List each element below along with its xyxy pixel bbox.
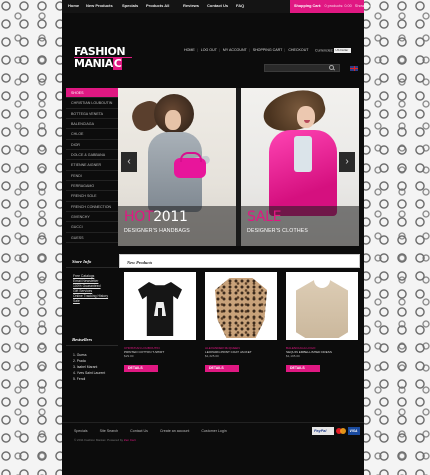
pink-handbag-image [174, 152, 206, 178]
bestsellers-box: Bestsellers 1. Guess 2. Prada 3. Isabel … [66, 332, 118, 382]
footer-link[interactable]: Site Search [100, 429, 119, 433]
search-icon[interactable] [326, 65, 338, 71]
footer-link[interactable]: Contact Us [130, 429, 148, 433]
category-item[interactable]: SHOES [66, 88, 118, 99]
show-cart-link[interactable]: Show Cart [355, 4, 373, 8]
top-nav: Home New Products Specials Products All … [62, 0, 373, 13]
cart-status: 0 products: 0.00 [324, 4, 352, 8]
category-item[interactable]: CHRISTIAN LOUBOUTIN [66, 98, 118, 109]
category-item[interactable]: FENDI [66, 171, 118, 182]
details-button[interactable]: DETAILS [205, 364, 239, 372]
site-container: Home New Products Specials Products All … [62, 0, 373, 475]
header-link-account[interactable]: MY ACCOUNT [223, 48, 247, 52]
nav-products-all[interactable]: Products All [146, 3, 169, 8]
category-item[interactable]: FRENCH SOLE [66, 191, 118, 202]
logo-accent: C [112, 57, 123, 70]
product-price: $1,325.00 [205, 354, 219, 358]
bestsellers-title: Bestsellers [66, 332, 118, 346]
header-link-home[interactable]: HOME [184, 48, 195, 52]
logo-line-2: MANIAC [74, 57, 123, 70]
footer-link[interactable]: Create an account [160, 429, 189, 433]
footer-links: Specials Site Search Contact Us Create a… [74, 429, 238, 433]
new-products-heading: New Products [119, 254, 360, 268]
product-image[interactable] [124, 272, 196, 340]
model-face [297, 106, 315, 128]
category-item[interactable]: GUCCI [66, 222, 118, 233]
product-card: ALEXANDER McQUEEN LEOPARD-PRINT COAT JAC… [205, 272, 277, 372]
store-info-title: Store Info [66, 254, 118, 268]
zen-cart-link[interactable]: Zen Cart [124, 438, 136, 442]
header-link-logout[interactable]: LOG OUT [201, 48, 217, 52]
currency-selector: Currencies: US Dollar [315, 48, 352, 53]
product-image[interactable] [205, 272, 277, 340]
nav-home[interactable]: Home [68, 3, 79, 8]
banner-slider: HOT2011 DESIGNER'S HANDBAGS SALE DESIGNE… [118, 88, 359, 246]
banner-subtitle: DESIGNER'S CLOTHES [247, 228, 309, 234]
details-button[interactable]: DETAILS [286, 364, 320, 372]
store-link[interactable]: Sale [73, 299, 118, 304]
footer-link[interactable]: Customer Login [201, 429, 226, 433]
footer-link[interactable]: Specials [74, 429, 88, 433]
header-link-checkout[interactable]: CHECKOUT [288, 48, 308, 52]
nav-contact-us[interactable]: Contact Us [207, 3, 228, 8]
category-item[interactable]: CHLOE [66, 129, 118, 140]
cart-label: Shopping Cart: [294, 4, 322, 8]
sweater-dress-image [296, 280, 348, 338]
banner-subtitle: DESIGNER'S HANDBAGS [124, 228, 190, 234]
copyright: © 2011 Fashion Maniac. Powered by Zen Ca… [74, 438, 136, 442]
category-item[interactable]: GIVENCHY [66, 212, 118, 223]
header-links: HOME | LOG OUT | MY ACCOUNT | SHOPPING CART… [184, 48, 309, 52]
english-flag-icon[interactable] [350, 66, 358, 71]
shopping-cart-box[interactable]: Shopping Cart: 0 products: 0.00 Show Car… [290, 0, 373, 13]
tshirt-print-detail [158, 308, 162, 317]
banner-title: HOT2011 [124, 209, 188, 225]
header-link-cart[interactable]: SHOPPING CART [253, 48, 283, 52]
mastercard-icon [336, 427, 346, 435]
nav-new-products[interactable]: New Products [86, 3, 113, 8]
site-logo[interactable]: FASHION MANIAC [74, 45, 134, 71]
nav-faq[interactable]: FAQ [236, 3, 244, 8]
category-item[interactable]: GUESS [66, 233, 118, 244]
model-shirt [294, 136, 312, 172]
slider-next-arrow-icon[interactable]: › [339, 152, 355, 172]
category-list: SHOES CHRISTIAN LOUBOUTIN BOTTEGA VENETA… [66, 88, 118, 244]
store-info-box: Store Info Free Catalogs Email Newslette… [66, 254, 118, 304]
category-item[interactable]: DOLCE & GABBANA [66, 150, 118, 161]
category-item[interactable]: FERRAGAMO [66, 181, 118, 192]
currency-select[interactable]: US Dollar [334, 48, 352, 53]
category-item[interactable]: BALENCIAGA [66, 119, 118, 130]
paypal-icon: PayPal [312, 427, 334, 435]
bestsellers-list: 1. Guess 2. Prada 3. Isabel Marant 4. Yv… [66, 346, 118, 382]
product-image[interactable] [286, 272, 358, 340]
category-item[interactable]: FRENCH CONNECTION [66, 202, 118, 213]
footer: Specials Site Search Contact Us Create a… [62, 422, 364, 452]
currency-label: Currencies: [315, 48, 334, 53]
banner-title: SALE [247, 209, 282, 225]
store-info-links: Free Catalogs Email Newsletter 100% Guar… [66, 268, 118, 304]
slider-prev-arrow-icon[interactable]: ‹ [121, 152, 137, 172]
bestseller-item[interactable]: 5. Fendi [73, 376, 118, 382]
nav-specials[interactable]: Specials [122, 3, 138, 8]
product-price: $1,195.00 [286, 354, 300, 358]
product-card: CHRISTIAN LOUBOUTIN PRINTED COTTON T-SHI… [124, 272, 196, 372]
details-button[interactable]: DETAILS [124, 364, 158, 372]
model-face [165, 110, 181, 130]
category-item[interactable]: ETIENNE AIGNER [66, 160, 118, 171]
leopard-jacket-image [215, 278, 267, 338]
visa-icon: VISA [348, 427, 360, 435]
product-price: $29.00 [124, 354, 134, 358]
category-item[interactable]: DIOR [66, 140, 118, 151]
nav-reviews[interactable]: Reviews [183, 3, 199, 8]
product-card: BALENCIAGA LOGO SEQUIN EMBELLISHED DRESS… [286, 272, 358, 372]
category-item[interactable]: BOTTEGA VENETA [66, 109, 118, 120]
